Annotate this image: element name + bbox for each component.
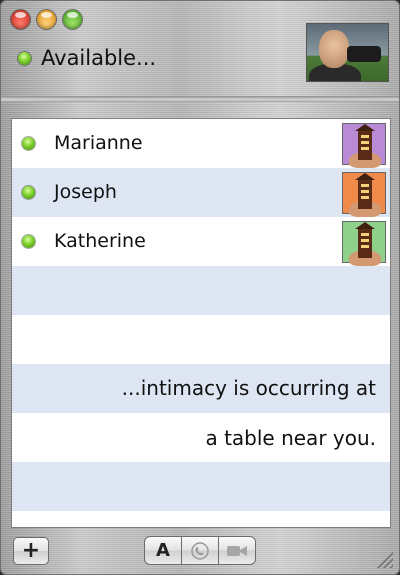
caption-line-1: ...intimacy is occurring at [121, 376, 376, 400]
status-label[interactable]: Available... [41, 46, 156, 70]
buddy-row[interactable]: Katherine [12, 217, 390, 266]
zoom-button[interactable] [63, 10, 82, 29]
header-divider [1, 96, 399, 102]
buddy-row[interactable]: Marianne [12, 119, 390, 168]
buddy-list: Marianne Joseph Katherine ...intimacy is… [11, 118, 391, 528]
status-indicator-icon [18, 51, 31, 65]
my-picture[interactable] [306, 23, 389, 82]
text-chat-button[interactable]: A [144, 536, 182, 565]
buddy-picture-icon [342, 221, 386, 266]
empty-row [12, 266, 390, 315]
window-controls [11, 10, 82, 29]
buddy-picture-icon [342, 123, 386, 168]
buddy-picture-icon [342, 172, 386, 217]
available-status-icon [22, 137, 35, 150]
buddy-name: Marianne [54, 132, 143, 154]
ichat-buddy-list-window: Available... Marianne Joseph Katherine .… [0, 0, 400, 575]
available-status-icon [22, 235, 35, 248]
video-camera-icon [227, 545, 247, 556]
empty-row [12, 511, 390, 527]
buddy-name: Joseph [54, 181, 117, 203]
buddy-row[interactable]: Joseph [12, 168, 390, 217]
empty-row [12, 315, 390, 364]
empty-row: ...intimacy is occurring at [12, 364, 390, 413]
resize-grip-icon[interactable] [375, 550, 393, 568]
minimize-button[interactable] [37, 10, 56, 29]
available-status-icon [22, 186, 35, 199]
phone-icon [191, 541, 209, 560]
text-chat-label: A [156, 540, 170, 561]
empty-row [12, 462, 390, 511]
status-selector[interactable]: Available... [18, 46, 156, 70]
audio-chat-button[interactable] [181, 536, 219, 565]
plus-icon: + [21, 538, 41, 563]
video-chat-button[interactable] [218, 536, 256, 565]
empty-row: a table near you. [12, 413, 390, 462]
add-buddy-button[interactable]: + [13, 537, 49, 565]
buddy-name: Katherine [54, 230, 146, 252]
close-button[interactable] [11, 10, 30, 29]
caption-line-2: a table near you. [205, 426, 376, 450]
chat-mode-buttons: A [144, 536, 256, 565]
